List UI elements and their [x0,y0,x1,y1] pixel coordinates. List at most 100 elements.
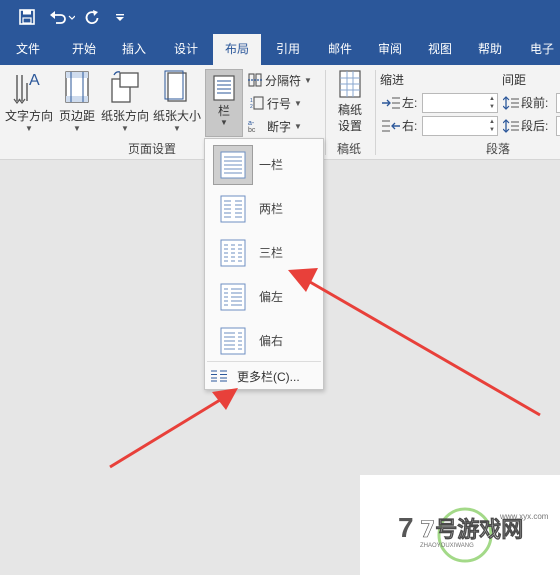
column-option-right[interactable]: 偏右 [205,319,323,363]
save-icon[interactable] [16,6,38,28]
indent-right-label: 右: [382,117,417,134]
margins-icon [65,71,89,103]
undo-icon[interactable] [48,6,76,28]
line-numbers-icon: 12 [250,96,264,110]
draft-paper-label-2: 设置 [337,119,362,133]
tab-references[interactable]: 引用 [268,34,308,65]
spacing-header: 间距 [502,73,527,87]
tab-review[interactable]: 审阅 [370,34,410,65]
watermark-logo: 7 7号游戏网 ZHAOYOUXIWANG www.xyx.com [398,507,549,563]
indent-right-icon [382,120,400,131]
watermark-url: www.xyx.com [499,512,549,521]
dropdown-arrow-icon: ▼ [73,124,81,133]
ribbon-tabs: 文件 开始 插入 设计 布局 引用 邮件 审阅 视图 帮助 电子 [0,34,560,65]
column-option-one[interactable]: 一栏 [205,143,323,187]
one-column-icon [213,145,253,185]
draft-paper-icon [339,70,361,98]
spacing-before-input[interactable] [556,93,560,113]
orientation-icon [111,71,139,103]
dropdown-arrow-icon: ▼ [173,124,181,133]
right-column-icon [213,321,253,361]
dropdown-arrow-icon: ▼ [294,98,302,108]
text-direction-icon: A [13,72,40,104]
tab-help[interactable]: 帮助 [470,34,510,65]
orientation-label: 纸张方向 [100,109,149,123]
paragraph-group-label: 段落 [486,142,511,156]
svg-text:a-: a- [248,120,255,127]
more-columns-item[interactable]: 更多栏(C)... [205,365,323,387]
svg-text:2: 2 [250,104,253,110]
hyphenation-label: 断字 [267,119,292,134]
tab-file[interactable]: 文件 [8,34,48,65]
tab-design[interactable]: 设计 [166,34,206,65]
columns-dropdown-menu: 一栏 两栏 三栏 偏左 偏右 更多栏(C)... [204,138,324,390]
customize-icon[interactable] [112,6,128,28]
page-setup-group-label: 页面设置 [128,142,177,156]
spacing-before-label: 段前: [503,94,548,111]
arrow-to-more-columns [109,388,238,469]
column-option-three[interactable]: 三栏 [205,231,323,275]
hyphenation-icon: a-bc [248,120,256,133]
column-option-two[interactable]: 两栏 [205,187,323,231]
breaks-label: 分隔符 [265,73,302,88]
spacing-after-label: 段后: [503,117,548,134]
three-columns-icon [213,233,253,273]
left-column-icon [213,277,253,317]
text-direction-label: 文字方向 [4,109,53,123]
group-separator [325,70,326,155]
svg-text:A: A [29,72,40,89]
spacing-after-icon [503,118,519,133]
dropdown-arrow-icon: ▼ [220,118,228,127]
column-option-label: 三栏 [259,246,284,260]
tab-insert[interactable]: 插入 [114,34,154,65]
redo-icon[interactable] [82,6,102,28]
size-label: 纸张大小 [152,109,201,123]
column-option-label: 偏左 [259,290,284,304]
svg-text:7: 7 [398,512,414,543]
indent-left-label: 左: [382,94,417,111]
columns-label: 栏 [217,104,230,118]
two-columns-icon [213,189,253,229]
column-option-label: 一栏 [259,158,284,172]
spacing-before-icon [503,95,519,110]
dropdown-arrow-icon: ▼ [304,75,312,85]
draft-paper-button[interactable]: 稿纸 设置 [330,69,370,134]
more-columns-label: 更多栏(C)... [237,369,300,384]
indent-header: 缩进 [380,73,405,87]
hyphenation-button[interactable]: a-bc 断字 ▼ [248,116,302,136]
indent-left-input[interactable]: ▲ ▼ [422,93,498,113]
title-bar [0,0,560,34]
line-numbers-button[interactable]: 12 行号 ▼ [250,93,302,113]
margins-button[interactable]: 页边距 ▼ [57,69,97,134]
svg-text:bc: bc [248,127,256,133]
column-option-label: 两栏 [259,202,284,216]
draft-group-label: 稿纸 [337,142,362,156]
column-option-label: 偏右 [259,334,284,348]
paper-size-icon [164,70,187,102]
dropdown-arrow-icon: ▼ [294,121,302,131]
tab-more[interactable]: 电子 [522,34,560,65]
columns-icon [213,75,235,101]
dropdown-arrow-icon: ▼ [121,124,129,133]
column-option-left[interactable]: 偏左 [205,275,323,319]
menu-separator [207,361,321,362]
indent-right-input[interactable]: ▲ ▼ [422,116,498,136]
orientation-button[interactable]: 纸张方向 ▼ [100,69,150,134]
tab-home[interactable]: 开始 [64,34,104,65]
text-direction-button[interactable]: A 文字方向 ▼ [4,69,54,134]
tab-layout[interactable]: 布局 [213,34,261,65]
size-button[interactable]: 纸张大小 ▼ [152,69,202,134]
breaks-icon [248,73,262,87]
watermark-sub: ZHAOYOUXIWANG [420,543,474,549]
draft-paper-label-1: 稿纸 [337,103,362,117]
indent-left-icon [382,97,400,108]
breaks-button[interactable]: 分隔符 ▼ [248,70,312,90]
dropdown-arrow-icon: ▼ [25,124,33,133]
columns-button[interactable]: 栏 ▼ [205,69,243,137]
arrow-to-three-columns [288,268,541,417]
line-numbers-label: 行号 [267,96,292,111]
spacing-after-input[interactable] [556,116,560,136]
tab-mailings[interactable]: 邮件 [320,34,360,65]
tab-view[interactable]: 视图 [420,34,460,65]
group-separator [375,70,376,155]
